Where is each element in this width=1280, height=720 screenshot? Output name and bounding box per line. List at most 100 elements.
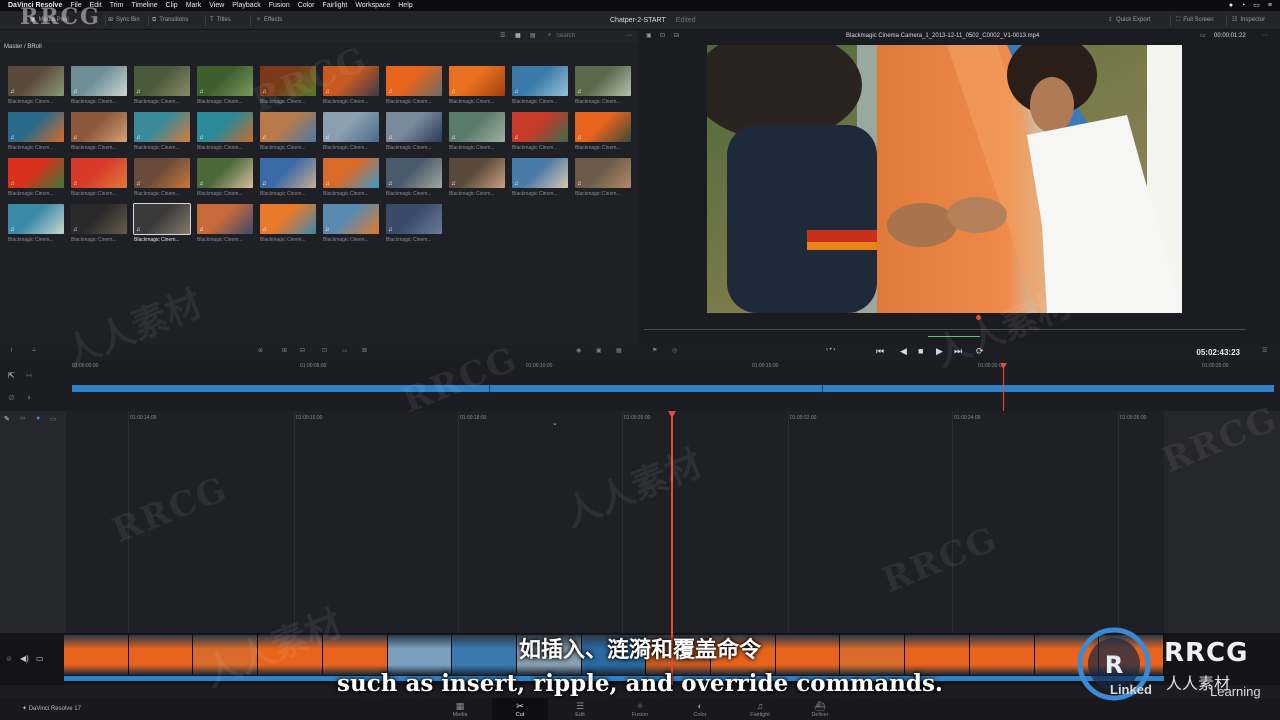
clip-thumbnail[interactable]: ♫ Blackmagic Cinem... (134, 158, 190, 202)
clip-thumbnail[interactable]: ♫ Blackmagic Cinem... (512, 66, 568, 110)
audio-icon[interactable]: ◎ (672, 347, 677, 354)
layout-icon[interactable]: ⊟ (674, 32, 679, 39)
prev-next-icon[interactable]: ‹ • › (826, 347, 835, 353)
stop-icon[interactable]: ■ (918, 346, 923, 356)
menu-item-clip[interactable]: Clip (166, 0, 178, 11)
lower-playhead[interactable] (671, 413, 673, 635)
clip-thumbnail[interactable]: ♫ Blackmagic Cinem... (575, 66, 631, 110)
upper-playhead[interactable] (1003, 365, 1004, 411)
clip-thumbnail[interactable]: ♫ Blackmagic Cinem... (512, 158, 568, 202)
effects-button[interactable]: ✧ Effects (256, 11, 282, 30)
ripple-overwrite-icon[interactable]: ⊟ (300, 347, 305, 354)
clip-thumbnail[interactable]: ♫ Blackmagic Cinem... (323, 66, 379, 110)
clip-thumbnail[interactable]: ♫ Blackmagic Cinem... (260, 158, 316, 202)
search-input[interactable] (556, 31, 616, 41)
clip-thumbnail[interactable]: ♫ Blackmagic Cinem... (386, 204, 442, 248)
list-view-icon[interactable]: ☰ (500, 32, 505, 39)
link-icon[interactable]: ∞ (20, 415, 25, 422)
trim-tool-icon[interactable]: ⇿ (26, 371, 33, 380)
play-icon[interactable]: ▶ (936, 346, 943, 357)
clip-thumbnail[interactable]: ♫ Blackmagic Cinem... (323, 158, 379, 202)
viewer-mode-icon[interactable]: ▣ (646, 32, 652, 39)
in-out-icon[interactable]: ▣ (596, 347, 602, 354)
upper-timeline-ruler[interactable]: 01:00:00:00 01:00:05:00 01:00:10:00 01:0… (72, 363, 1272, 373)
loop-icon[interactable]: ⟳ (976, 346, 984, 357)
clip-thumbnail[interactable]: ♫ Blackmagic Cinem... (133, 203, 191, 248)
menu-item-edit[interactable]: Edit (90, 0, 102, 11)
razor-icon[interactable]: ✎ (4, 415, 10, 423)
page-tab-edit[interactable]: ☰ Edit (552, 698, 608, 720)
clip-thumbnail[interactable]: ♫ Blackmagic Cinem... (134, 66, 190, 110)
clip-thumbnail[interactable]: ♫ Blackmagic Cinem... (8, 66, 64, 110)
page-tab-deliver[interactable]: ⛴ Deliver (792, 698, 848, 720)
menu-item-file[interactable]: File (70, 0, 81, 11)
marker-icon[interactable]: ◉ (576, 347, 581, 354)
smart-insert-icon[interactable]: ⊕ (258, 347, 263, 354)
full-screen-button[interactable]: ⛶ Full Screen (1176, 11, 1214, 30)
menu-app-name[interactable]: DaVinci Resolve (8, 0, 62, 11)
lower-timeline-ruler[interactable]: 01:00:14:00 01:00:16:00 01:00:18:00 01:0… (66, 415, 1166, 425)
menu-item-playback[interactable]: Playback (232, 0, 260, 11)
clip-thumbnail[interactable]: ♫ Blackmagic Cinem... (386, 112, 442, 156)
split-icon[interactable]: ⟂ (32, 347, 36, 354)
sync-bin-button[interactable]: ⊞ Sync Bin (108, 11, 140, 30)
clip-thumbnail[interactable]: ♫ Blackmagic Cinem... (260, 204, 316, 248)
page-tab-cut[interactable]: ✂ Cut (492, 698, 548, 720)
snap-icon[interactable]: ⌇ (10, 347, 13, 354)
menu-item-timeline[interactable]: Timeline (131, 0, 157, 11)
clip-thumbnail[interactable]: ♫ Blackmagic Cinem... (512, 112, 568, 156)
audio-track-icon[interactable]: ◑ (26, 393, 31, 402)
clip-thumbnail[interactable]: ♫ Blackmagic Cinem... (386, 66, 442, 110)
clip-thumbnail[interactable]: ♫ Blackmagic Cinem... (323, 204, 379, 248)
clip-thumbnail[interactable]: ♫ Blackmagic Cinem... (8, 204, 64, 248)
metadata-view-icon[interactable]: ▤ (530, 32, 536, 39)
timeline-canvas[interactable] (66, 411, 1164, 633)
go-to-end-icon[interactable]: ⏭ (954, 346, 962, 357)
clip-thumbnail[interactable]: ♫ Blackmagic Cinem... (71, 158, 127, 202)
clip-thumbnail[interactable]: ♫ Blackmagic Cinem... (8, 112, 64, 156)
select-tool-icon[interactable]: ⇱ (8, 371, 15, 380)
upper-video-track[interactable] (72, 385, 1274, 392)
more-options-icon[interactable]: ⋯ (1262, 32, 1268, 39)
lock-track-icon[interactable]: ⊘ (8, 393, 15, 402)
clip-thumbnail[interactable]: ♫ Blackmagic Cinem... (260, 66, 316, 110)
video-frame[interactable] (707, 45, 1182, 313)
menu-item-workspace[interactable]: Workspace (355, 0, 390, 11)
clip-thumbnail[interactable]: ♫ Blackmagic Cinem... (197, 112, 253, 156)
go-to-start-icon[interactable]: ⏮ (876, 346, 884, 357)
append-icon[interactable]: ⊞ (282, 347, 287, 354)
clip-thumbnail[interactable]: ♫ Blackmagic Cinem... (71, 66, 127, 110)
clip-thumbnail[interactable]: ♫ Blackmagic Cinem... (575, 112, 631, 156)
chevron-down-icon[interactable]: ⌄ (552, 419, 558, 427)
timeline-menu-icon[interactable]: ☰ (1262, 347, 1267, 354)
clip-thumbnail[interactable]: ♫ Blackmagic Cinem... (197, 158, 253, 202)
page-tab-media[interactable]: ▦ Media (432, 698, 488, 720)
flag-icon[interactable]: ⚑ (652, 347, 657, 354)
menu-item-fusion[interactable]: Fusion (269, 0, 290, 11)
safe-area-icon[interactable]: ⊡ (660, 32, 665, 39)
page-tab-fusion[interactable]: ✧ Fusion (612, 698, 668, 720)
clip-thumbnail[interactable]: ♫ Blackmagic Cinem... (449, 112, 505, 156)
more-options-icon[interactable]: ⋯ (626, 32, 632, 39)
clip-thumbnail[interactable]: ♫ Blackmagic Cinem... (386, 158, 442, 202)
clip-thumbnail[interactable]: ♫ Blackmagic Cinem... (71, 112, 127, 156)
clip-thumbnail[interactable]: ♫ Blackmagic Cinem... (197, 204, 253, 248)
clip-thumbnail[interactable]: ♫ Blackmagic Cinem... (71, 204, 127, 248)
grid-view-icon[interactable]: ▦ (515, 32, 521, 39)
viewer-scrubber[interactable] (640, 315, 1250, 341)
menu-item-fairlight[interactable]: Fairlight (322, 0, 347, 11)
menu-item-color[interactable]: Color (298, 0, 315, 11)
clip-thumbnail[interactable]: ♫ Blackmagic Cinem... (323, 112, 379, 156)
quick-export-button[interactable]: ⇪ Quick Export (1108, 11, 1150, 30)
place-on-top-icon[interactable]: ▭ (342, 347, 348, 354)
inspector-button[interactable]: ☷ Inspector (1232, 11, 1265, 30)
clip-thumbnail[interactable]: ♫ Blackmagic Cinem... (134, 112, 190, 156)
clip-thumbnail[interactable]: ♫ Blackmagic Cinem... (575, 158, 631, 202)
menu-item-mark[interactable]: Mark (186, 0, 202, 11)
snapping-icon[interactable]: ● (36, 415, 40, 422)
menu-item-trim[interactable]: Trim (110, 0, 124, 11)
page-tab-fairlight[interactable]: ♫ Fairlight (732, 698, 788, 720)
media-pool-button[interactable]: ▣ Media Pool (30, 11, 69, 30)
clip-thumbnail[interactable]: ♫ Blackmagic Cinem... (449, 158, 505, 202)
clip-thumbnail[interactable]: ♫ Blackmagic Cinem... (8, 158, 64, 202)
